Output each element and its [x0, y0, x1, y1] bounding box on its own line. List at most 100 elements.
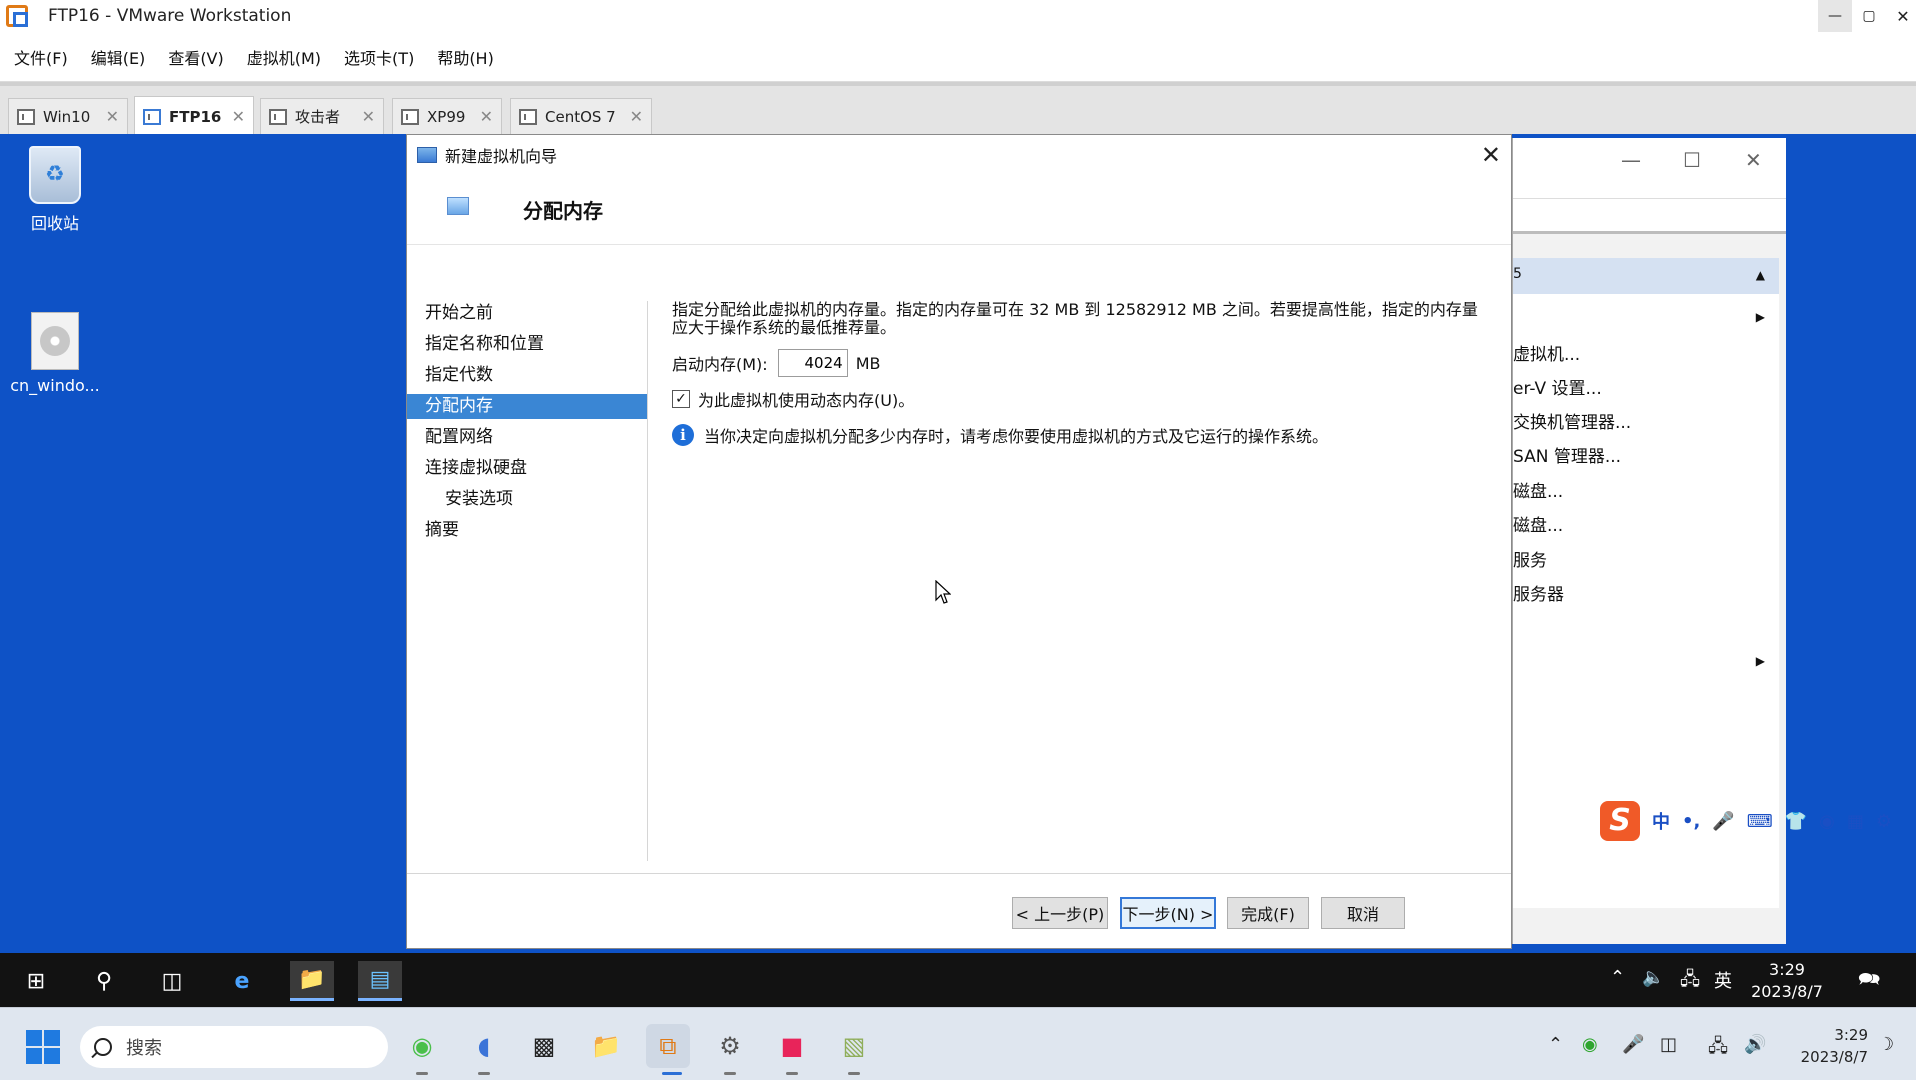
host-clock[interactable]: 3:29 2023/8/7: [1786, 1024, 1868, 1068]
terminal-icon[interactable]: ▩: [522, 1024, 566, 1068]
maximize-button[interactable]: ▢: [1852, 0, 1886, 32]
bg-close-icon[interactable]: ✕: [1745, 148, 1762, 172]
action-item[interactable]: er-V 设置...: [1513, 374, 1602, 399]
tab-close-icon[interactable]: ✕: [106, 107, 119, 126]
file-explorer-icon[interactable]: 📁: [584, 1024, 628, 1068]
app-red-icon[interactable]: ■: [770, 1024, 814, 1068]
ime-mode[interactable]: 中: [1652, 808, 1670, 834]
skin-icon[interactable]: 👕: [1785, 811, 1807, 832]
chevron-right-icon[interactable]: ▶: [1756, 654, 1765, 668]
dynamic-memory-checkbox[interactable]: ✓: [672, 390, 690, 408]
nav-name-location[interactable]: 指定名称和位置: [407, 332, 647, 357]
actions-header[interactable]: 5 ▲: [1513, 258, 1779, 294]
next-button[interactable]: 下一步(N) >: [1120, 897, 1216, 929]
windows-start-icon[interactable]: [26, 1030, 60, 1064]
menu-file[interactable]: 文件(F): [14, 45, 68, 69]
menu-vm[interactable]: 虚拟机(M): [247, 45, 321, 69]
dialog-close-button[interactable]: ✕: [1481, 141, 1501, 169]
host-search-box[interactable]: 搜索: [80, 1026, 388, 1068]
tab-win10[interactable]: Win10 ✕: [8, 98, 128, 134]
dynamic-memory-label[interactable]: 为此虚拟机使用动态内存(U)。: [698, 387, 914, 411]
menu-edit[interactable]: 编辑(E): [91, 45, 146, 69]
task-view-icon[interactable]: ◫: [150, 961, 194, 1001]
ie-icon[interactable]: e: [220, 961, 264, 1001]
tab-attacker[interactable]: 攻击者 ✕: [260, 98, 384, 134]
tab-close-icon[interactable]: ✕: [362, 107, 375, 126]
nav-install-options[interactable]: 安装选项: [407, 487, 647, 512]
browser-360-icon[interactable]: ◉: [400, 1024, 444, 1068]
collapse-up-icon[interactable]: ▲: [1756, 268, 1765, 282]
search-placeholder: 搜索: [126, 1038, 162, 1059]
action-item[interactable]: 磁盘...: [1513, 477, 1563, 502]
bg-maximize-icon[interactable]: ☐: [1683, 148, 1701, 172]
server-manager-icon[interactable]: ▤: [358, 961, 402, 1001]
action-item[interactable]: 磁盘...: [1513, 511, 1563, 536]
finish-button[interactable]: 完成(F): [1227, 897, 1309, 929]
microphone-icon[interactable]: 🎤: [1712, 811, 1734, 832]
browser-edge-icon[interactable]: ◖: [462, 1024, 506, 1068]
microphone-icon[interactable]: 🎤: [1622, 1034, 1644, 1055]
network-icon[interactable]: 🖧: [1708, 1034, 1728, 1064]
action-item[interactable]: SAN 管理器...: [1513, 442, 1621, 467]
notification-icon[interactable]: 🗪: [1858, 967, 1880, 997]
notes-app-icon[interactable]: ▧: [832, 1024, 876, 1068]
windows-start-icon[interactable]: ⊞: [14, 961, 58, 1001]
action-item[interactable]: 交换机管理器...: [1513, 408, 1631, 433]
tab-close-icon[interactable]: ✕: [630, 107, 643, 126]
host-date: 2023/8/7: [1800, 1048, 1868, 1066]
dialog-titlebar: 新建虚拟机向导: [407, 135, 1511, 175]
actions-header-text: 5: [1513, 266, 1522, 282]
action-item[interactable]: 服务器: [1513, 580, 1564, 605]
startup-memory-input[interactable]: [777, 349, 848, 377]
menu-help[interactable]: 帮助(H): [437, 45, 494, 69]
chevron-right-icon[interactable]: ▶: [1756, 310, 1765, 324]
tab-close-icon[interactable]: ✕: [480, 107, 493, 126]
action-item[interactable]: 服务: [1513, 546, 1547, 571]
vmware-logo-icon: [6, 5, 28, 27]
bg-minimize-icon[interactable]: —: [1621, 148, 1641, 172]
menu-view[interactable]: 查看(V): [168, 45, 223, 69]
nav-generation[interactable]: 指定代数: [407, 363, 647, 388]
prev-button[interactable]: < 上一步(P): [1012, 897, 1108, 929]
ime-icon[interactable]: ◫: [1660, 1034, 1677, 1055]
tab-xp99[interactable]: XP99 ✕: [392, 98, 502, 134]
nav-summary[interactable]: 摘要: [407, 518, 647, 543]
settings-icon[interactable]: ⚙: [1876, 811, 1892, 832]
sogou-logo-icon[interactable]: S: [1600, 801, 1640, 841]
cancel-button[interactable]: 取消: [1321, 897, 1405, 929]
guest-clock[interactable]: 3:29 2023/8/7: [1742, 959, 1832, 1003]
nav-virtual-disk[interactable]: 连接虚拟硬盘: [407, 456, 647, 481]
tab-ftp16[interactable]: FTP16 ✕: [134, 96, 254, 136]
security-app-icon[interactable]: ◉: [1582, 1034, 1598, 1055]
nav-before-you-begin[interactable]: 开始之前: [407, 301, 647, 326]
settings-icon[interactable]: ⚙: [708, 1024, 752, 1068]
minimize-button[interactable]: —: [1818, 0, 1852, 32]
search-icon[interactable]: ⚲: [82, 961, 126, 1001]
volume-muted-icon[interactable]: 🔈: [1642, 967, 1664, 988]
ime-punctuation[interactable]: •,: [1682, 811, 1700, 832]
nav-networking[interactable]: 配置网络: [407, 425, 647, 450]
desktop-icon-iso[interactable]: cn_windo...: [0, 312, 110, 395]
nav-assign-memory[interactable]: 分配内存: [407, 394, 647, 419]
moon-icon[interactable]: ☽: [1878, 1034, 1894, 1055]
vm-icon: [519, 108, 537, 125]
startup-memory-label: 启动内存(M):: [672, 355, 768, 374]
keyboard-icon[interactable]: ⌨: [1747, 811, 1773, 832]
info-row: i 当你决定向虚拟机分配多少内存时，请考虑你要使用虚拟机的方式及它运行的操作系统…: [672, 423, 1492, 447]
ime-language[interactable]: 英: [1714, 967, 1732, 993]
tab-centos7[interactable]: CentOS 7 ✕: [510, 98, 652, 134]
action-item[interactable]: 虚拟机...: [1513, 340, 1580, 365]
vmware-icon[interactable]: ⧉: [646, 1024, 690, 1068]
menu-tabs[interactable]: 选项卡(T): [344, 45, 414, 69]
close-button[interactable]: ✕: [1886, 0, 1916, 32]
game-icon[interactable]: ◉: [1819, 811, 1835, 832]
dynamic-memory-row[interactable]: ✓ 为此虚拟机使用动态内存(U)。: [672, 387, 1492, 411]
tab-close-icon[interactable]: ✕: [232, 107, 245, 126]
desktop-icon-recycle-bin[interactable]: 回收站: [0, 146, 110, 234]
chevron-up-icon[interactable]: ⌃: [1548, 1034, 1563, 1055]
volume-icon[interactable]: 🔊: [1744, 1034, 1766, 1055]
chevron-up-icon[interactable]: ⌃: [1610, 967, 1625, 988]
network-icon[interactable]: 🖧: [1680, 967, 1700, 997]
apps-icon[interactable]: ▦: [1847, 811, 1864, 832]
file-explorer-icon[interactable]: 📁: [290, 961, 334, 1001]
